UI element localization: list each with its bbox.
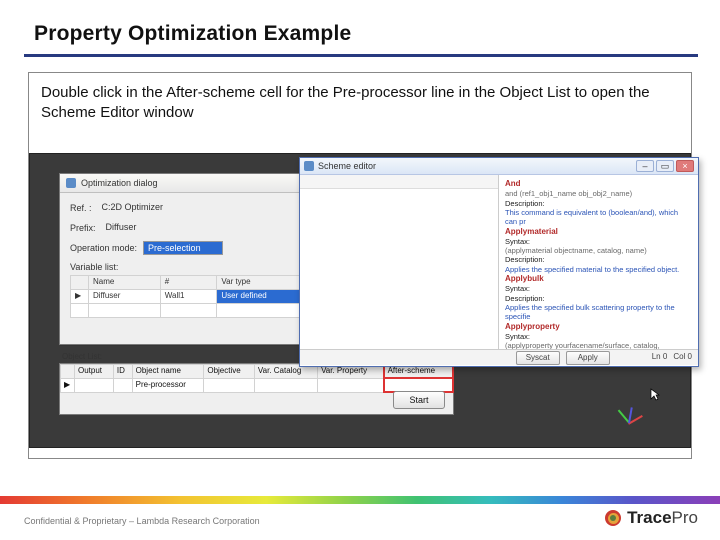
var-header-num: # bbox=[160, 276, 217, 290]
cursor-icon bbox=[650, 388, 660, 402]
axis-gizmo bbox=[616, 399, 650, 429]
scheme-toolbar[interactable] bbox=[300, 175, 498, 189]
minimize-button[interactable]: – bbox=[636, 160, 654, 172]
title-underline bbox=[24, 54, 698, 57]
tracepro-logo: TracePro bbox=[605, 508, 698, 528]
obj-h-id: ID bbox=[113, 365, 132, 379]
table-row[interactable]: ▶ Pre-processor bbox=[61, 378, 453, 392]
opmode-select[interactable]: Pre-selection bbox=[143, 241, 223, 255]
slide-title: Property Optimization Example bbox=[34, 22, 351, 46]
object-list-label: Object List: bbox=[62, 352, 102, 363]
prefix-value: Diffuser bbox=[102, 221, 182, 235]
optimization-dialog-title: Optimization dialog bbox=[81, 177, 158, 189]
cmd-applyproperty: Applyproperty bbox=[505, 322, 692, 332]
var-header-blank bbox=[71, 276, 89, 290]
scheme-editor-title-bar[interactable]: Scheme editor – ▭ × bbox=[300, 158, 698, 175]
cmd-and: And bbox=[505, 179, 692, 189]
opmode-label: Operation mode: bbox=[70, 242, 137, 254]
instruction-text: Double click in the After-scheme cell fo… bbox=[41, 83, 676, 124]
ref-label: Ref. : bbox=[70, 202, 92, 214]
start-button[interactable]: Start bbox=[393, 391, 445, 409]
scheme-status-bar: Syscat Apply Ln 0 Col 0 bbox=[300, 349, 698, 365]
instruction-box: Double click in the After-scheme cell fo… bbox=[28, 72, 692, 459]
maximize-button[interactable]: ▭ bbox=[656, 160, 674, 172]
var-header-name: Name bbox=[89, 276, 161, 290]
ref-value: C:2D Optimizer bbox=[98, 201, 178, 215]
tracepro-logo-icon bbox=[605, 510, 621, 526]
object-list-panel: Object List: Output ID Object name Objec… bbox=[59, 363, 454, 415]
status-col: Col 0 bbox=[673, 352, 692, 363]
scheme-text-area[interactable] bbox=[300, 189, 498, 349]
cmd-applymaterial: Applymaterial bbox=[505, 227, 692, 237]
rainbow-divider bbox=[0, 496, 720, 504]
prefix-label: Prefix: bbox=[70, 222, 96, 234]
syscat-button[interactable]: Syscat bbox=[516, 351, 560, 365]
scheme-icon bbox=[304, 161, 314, 171]
scheme-editor-left-pane bbox=[300, 175, 499, 349]
footer-text: Confidential & Proprietary – Lambda Rese… bbox=[24, 516, 260, 526]
cmd-applybulk: Applybulk bbox=[505, 274, 692, 284]
obj-h-objective: Objective bbox=[204, 365, 255, 379]
apply-button[interactable]: Apply bbox=[566, 351, 610, 365]
close-button[interactable]: × bbox=[676, 160, 694, 172]
obj-h-name: Object name bbox=[132, 365, 204, 379]
app-icon bbox=[66, 178, 76, 188]
object-list-table[interactable]: Output ID Object name Objective Var. Cat… bbox=[60, 364, 453, 393]
scheme-editor-title: Scheme editor bbox=[318, 160, 376, 172]
obj-h-output: Output bbox=[75, 365, 114, 379]
scheme-editor-window: Scheme editor – ▭ × And and (ref1_obj1_n… bbox=[299, 157, 699, 367]
preprocessor-cell[interactable]: Pre-processor bbox=[132, 378, 204, 392]
scheme-command-help: And and (ref1_obj1_name obj_obj2_name) D… bbox=[499, 175, 698, 349]
status-line: Ln 0 bbox=[652, 352, 668, 363]
